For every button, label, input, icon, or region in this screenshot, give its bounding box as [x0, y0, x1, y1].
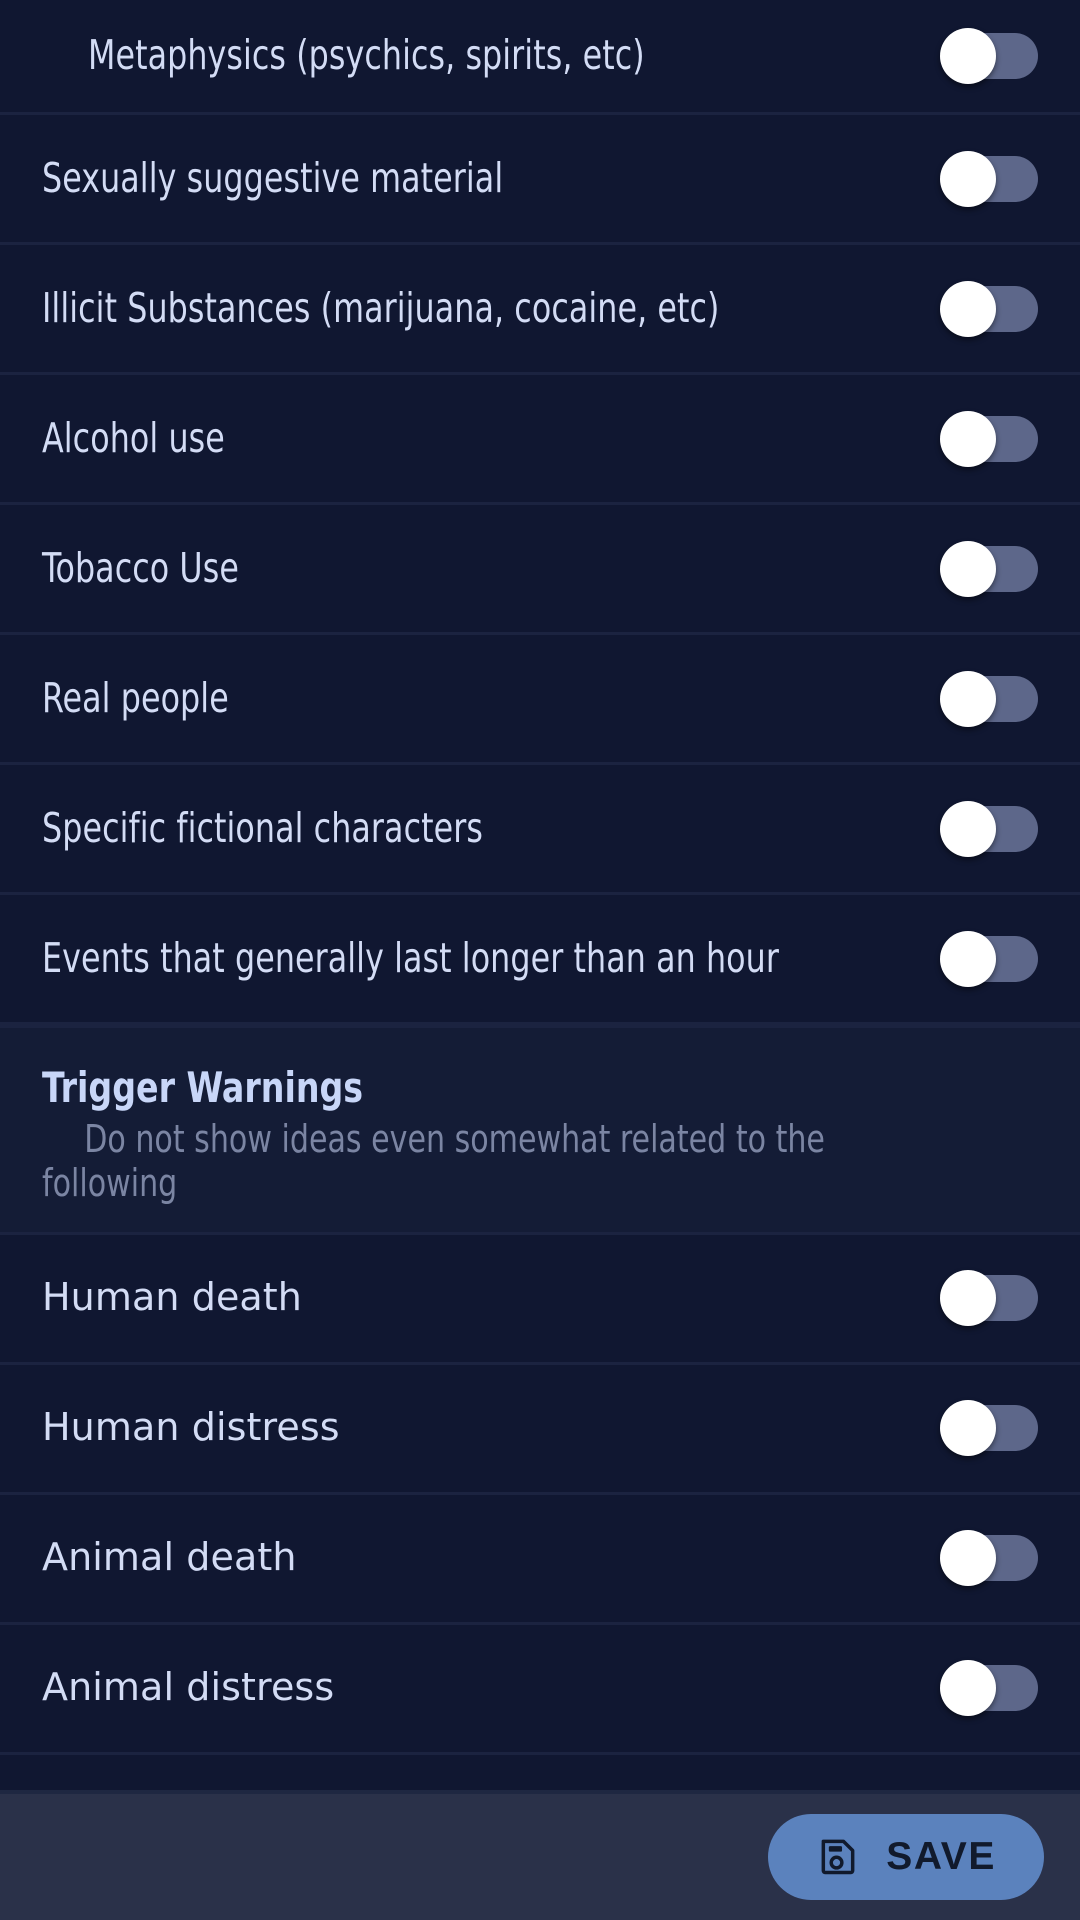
setting-row-illicit-substances[interactable]: Illicit Substances (marijuana, cocaine, … [0, 245, 1080, 375]
setting-row-animal-distress[interactable]: Animal distress [0, 1624, 1080, 1755]
setting-label: Real people [42, 673, 229, 722]
toggle-knob [940, 540, 996, 597]
toggle-knob [940, 280, 996, 337]
setting-row-specific-fictional-characters[interactable]: Specific fictional characters [0, 765, 1080, 895]
setting-row-human-death[interactable]: Human death [0, 1234, 1080, 1365]
toggle-long-events[interactable] [940, 930, 1038, 987]
toggle-real-people[interactable] [940, 670, 1038, 727]
toggle-human-distress[interactable] [940, 1400, 1038, 1457]
bottom-action-bar: SAVE [0, 1790, 1080, 1920]
setting-label: Animal death [42, 1535, 297, 1580]
toggle-metaphysics[interactable] [940, 28, 1038, 84]
toggle-knob [940, 930, 996, 987]
toggle-knob [940, 1270, 996, 1327]
toggle-human-death[interactable] [940, 1270, 1038, 1327]
toggle-illicit-substances[interactable] [940, 280, 1038, 337]
setting-label: Alcohol use [42, 413, 225, 462]
toggle-knob [940, 1530, 996, 1587]
section-title: Trigger Warnings [42, 1063, 364, 1112]
toggle-tobacco-use[interactable] [940, 540, 1038, 597]
setting-row-real-people[interactable]: Real people [0, 635, 1080, 765]
setting-row-sexually-suggestive-material[interactable]: Sexually suggestive material [0, 115, 1080, 245]
setting-row-metaphysics[interactable]: Metaphysics (psychics, spirits, etc) [0, 0, 1080, 115]
setting-label: Animal distress [42, 1665, 335, 1710]
setting-label: Specific fictional characters [42, 803, 483, 852]
settings-screen: Metaphysics (psychics, spirits, etc) Sex… [0, 0, 1080, 1920]
toggle-knob [940, 150, 996, 207]
setting-row-animal-death[interactable]: Animal death [0, 1494, 1080, 1625]
section-description: Do not show ideas even somewhat related … [42, 1117, 825, 1205]
section-header-trigger-warnings: Trigger Warnings Do not show ideas even … [0, 1025, 1080, 1235]
setting-row-alcohol-use[interactable]: Alcohol use [0, 375, 1080, 505]
toggle-knob [940, 800, 996, 857]
setting-label: Tobacco Use [42, 543, 239, 592]
setting-label: Illicit Substances (marijuana, cocaine, … [42, 283, 720, 332]
setting-row-tobacco-use[interactable]: Tobacco Use [0, 505, 1080, 635]
save-button-label: SAVE [886, 1835, 996, 1878]
toggle-animal-distress[interactable] [940, 1660, 1038, 1717]
setting-label: Events that generally last longer than a… [42, 933, 779, 982]
floppy-disk-save-icon [816, 1834, 860, 1881]
setting-row-long-events[interactable]: Events that generally last longer than a… [0, 895, 1080, 1025]
toggle-knob [940, 28, 996, 84]
toggle-knob [940, 670, 996, 727]
setting-row-human-distress[interactable]: Human distress [0, 1364, 1080, 1495]
toggle-alcohol-use[interactable] [940, 410, 1038, 467]
toggle-animal-death[interactable] [940, 1530, 1038, 1587]
save-button[interactable]: SAVE [768, 1814, 1044, 1900]
toggle-knob [940, 410, 996, 467]
setting-label: Metaphysics (psychics, spirits, etc) [88, 31, 645, 80]
setting-label: Human death [42, 1275, 302, 1320]
toggle-knob [940, 1400, 996, 1457]
setting-label: Human distress [42, 1405, 340, 1450]
toggle-specific-fictional-characters[interactable] [940, 800, 1038, 857]
toggle-sexually-suggestive-material[interactable] [940, 150, 1038, 207]
settings-list[interactable]: Metaphysics (psychics, spirits, etc) Sex… [0, 0, 1080, 1790]
toggle-knob [940, 1660, 996, 1717]
setting-label: Sexually suggestive material [42, 153, 504, 202]
